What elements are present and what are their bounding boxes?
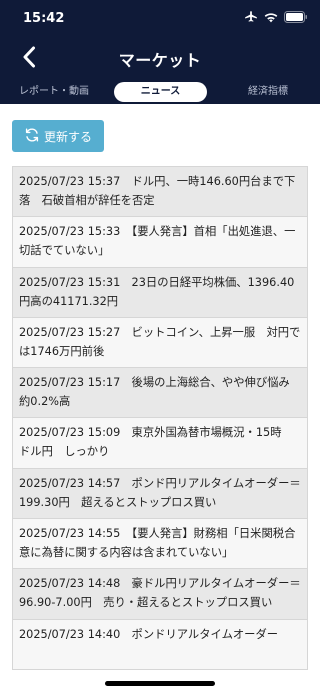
tab-news[interactable]: ニュース [114, 82, 207, 102]
refresh-label: 更新する [43, 129, 92, 144]
page-title: マーケット [118, 51, 202, 70]
news-item[interactable]: 2025/07/23 15:27 ビットコイン、上昇一服 対円では1746万円前… [12, 317, 308, 369]
news-item[interactable]: 2025/07/23 14:55 【要人発言】財務相「日米関税合意に為替に関する… [12, 519, 308, 570]
news-list: 2025/07/23 15:37 ドル円、一時146.60円台まで下落 石破首相… [12, 166, 308, 671]
news-item[interactable]: 2025/07/23 14:48 豪ドル円リアルタイムオーダー＝96.90-7.… [12, 569, 308, 620]
news-item[interactable]: 2025/07/23 15:31 23日の日経平均株価、1396.40円高の41… [12, 267, 308, 318]
status-icons [244, 11, 308, 23]
status-time: 15:42 [23, 11, 65, 26]
battery-icon [284, 11, 308, 23]
news-item[interactable]: 2025/07/23 15:09 東京外国為替市場概況・15時 ドル円 しっかり [12, 418, 308, 469]
status-bar: 15:42 [0, 0, 320, 38]
refresh-icon [24, 127, 40, 146]
tab-bar: レポート・動画 ニュース 経済指標 [0, 82, 320, 102]
tab-economic-indicators[interactable]: 経済指標 [236, 82, 300, 102]
wifi-icon [264, 12, 278, 23]
header: 15:42 マーケット レポート・動画 ニュース 経済指標 [0, 0, 320, 104]
refresh-button[interactable]: 更新する [12, 120, 104, 152]
news-item[interactable]: 2025/07/23 14:57 ポンド円リアルタイムオーダー＝199.30円 … [12, 468, 308, 520]
news-item[interactable]: 2025/07/23 15:17 後場の上海総合、やや伸び悩み 約0.2%高 [12, 368, 308, 419]
home-indicator [105, 681, 215, 686]
airplane-icon [244, 11, 258, 23]
news-item[interactable]: 2025/07/23 15:37 ドル円、一時146.60円台まで下落 石破首相… [12, 167, 308, 218]
news-item[interactable]: 2025/07/23 15:33 【要人発言】首相「出処進退、一切話でていない」 [12, 217, 308, 268]
tab-reports-videos[interactable]: レポート・動画 [12, 82, 96, 102]
news-item[interactable]: 2025/07/23 14:40 ポンドリアルタイムオーダー [12, 619, 308, 670]
